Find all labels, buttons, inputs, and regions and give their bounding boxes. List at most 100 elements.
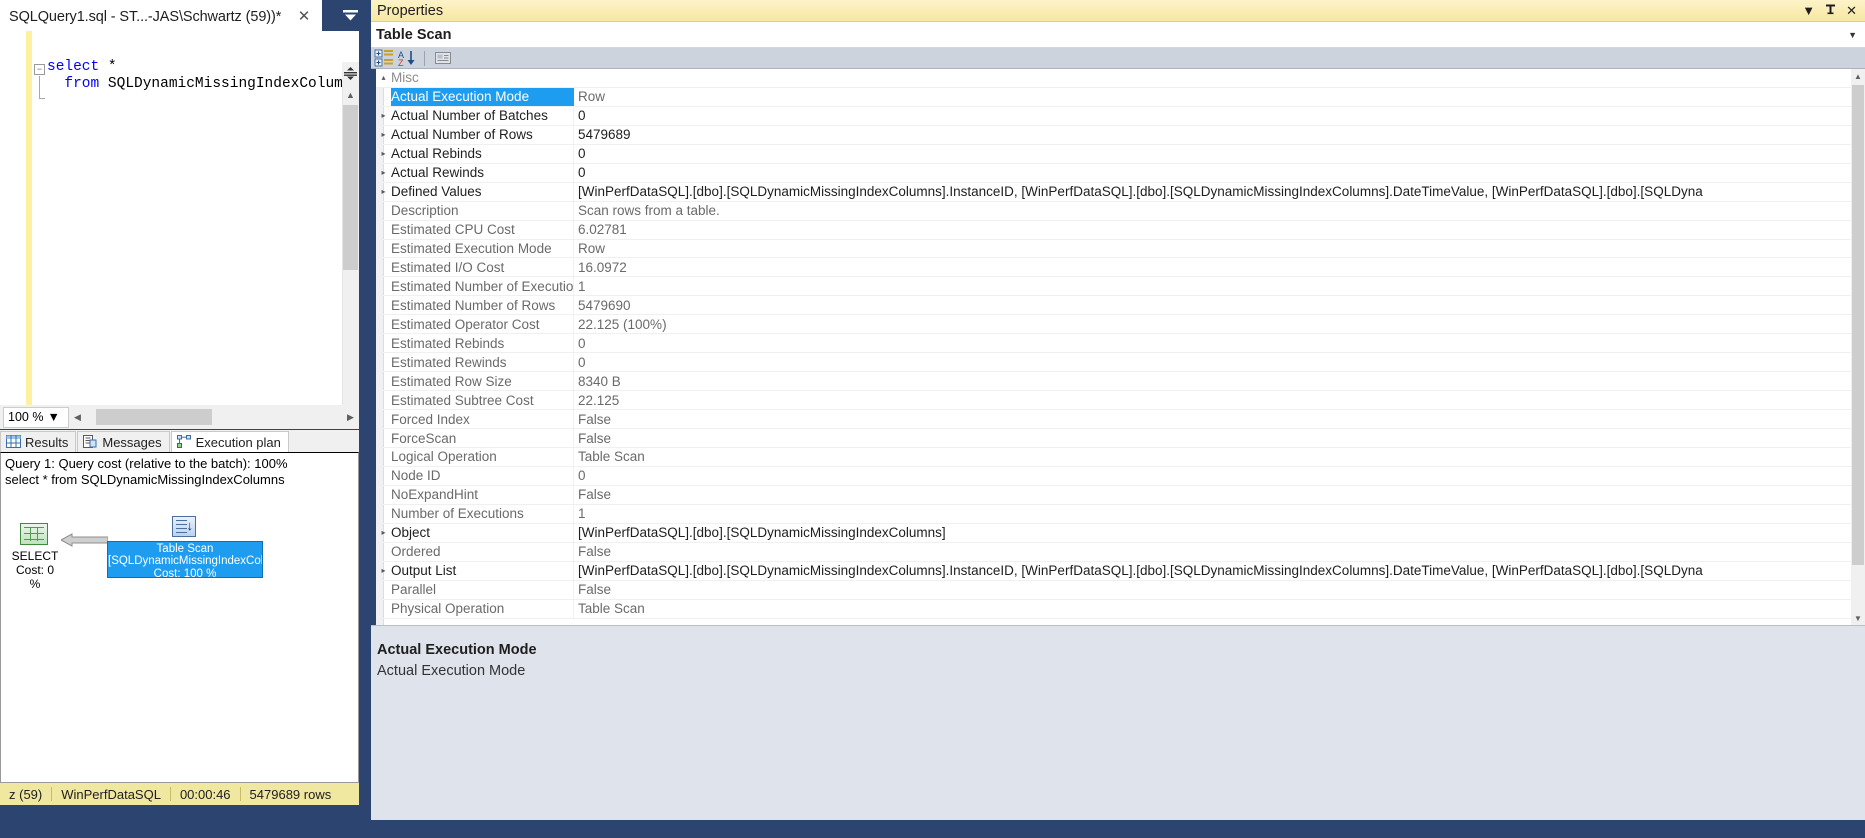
property-value[interactable]: 1: [574, 506, 1851, 521]
property-value[interactable]: [WinPerfDataSQL].[dbo].[SQLDynamicMissin…: [574, 525, 1851, 540]
ssms-window: SQLQuery1.sql - ST...-JAS\Schwartz (59))…: [0, 0, 1865, 838]
grid-row[interactable]: Estimated Subtree Cost 22.125: [376, 391, 1851, 411]
editor-scroll-thumb[interactable]: [343, 105, 358, 270]
sql-text-editor[interactable]: − select * from SQLDynamicMissingIndexCo…: [0, 31, 371, 405]
zoom-level-select[interactable]: 100 % ▼: [3, 406, 69, 428]
property-value[interactable]: Table Scan: [574, 601, 1851, 616]
properties-grid[interactable]: ▴ Misc Actual Execution Mode Row ▸ Actual Num…: [371, 69, 1865, 625]
dock-splitter[interactable]: [359, 31, 371, 817]
grid-row[interactable]: ▸ Object [WinPerfDataSQL].[dbo].[SQLDynami…: [376, 523, 1851, 543]
property-value[interactable]: 6.02781: [574, 222, 1851, 237]
grid-row[interactable]: Estimated Operator Cost 22.125 (100%): [376, 315, 1851, 335]
document-tab-sqlquery1[interactable]: SQLQuery1.sql - ST...-JAS\Schwartz (59))…: [0, 0, 322, 31]
grid-row[interactable]: Estimated Execution Mode Row: [376, 239, 1851, 259]
property-value[interactable]: 16.0972: [574, 260, 1851, 275]
grid-row[interactable]: Estimated Number of Executions 1: [376, 277, 1851, 297]
table-scan-node[interactable]: Table Scan [SQLDynamicMissingIndexColumn…: [107, 541, 263, 580]
split-editor-icon[interactable]: [342, 62, 359, 85]
grid-row[interactable]: Physical Operation Table Scan: [376, 599, 1851, 619]
property-value[interactable]: [WinPerfDataSQL].[dbo].[SQLDynamicMissin…: [574, 184, 1851, 199]
scroll-down-icon[interactable]: ▼: [1851, 611, 1865, 625]
property-value[interactable]: Table Scan: [574, 449, 1851, 464]
tab-messages[interactable]: Messages: [77, 431, 170, 452]
grid-row[interactable]: Estimated CPU Cost 6.02781: [376, 220, 1851, 240]
property-value[interactable]: False: [574, 582, 1851, 597]
grid-scroll-thumb[interactable]: [1852, 85, 1864, 565]
grid-row[interactable]: Actual Execution Mode Row: [376, 87, 1851, 107]
grid-row[interactable]: Estimated Rewinds 0: [376, 353, 1851, 373]
row-expander-icon[interactable]: ▸: [376, 149, 391, 158]
property-value[interactable]: Scan rows from a table.: [574, 203, 1851, 218]
property-value[interactable]: 0: [574, 108, 1851, 123]
property-value[interactable]: 5479690: [574, 298, 1851, 313]
property-value[interactable]: [WinPerfDataSQL].[dbo].[SQLDynamicMissin…: [574, 563, 1851, 578]
editor-hscroll-thumb[interactable]: [96, 409, 212, 425]
pin-button[interactable]: [1825, 4, 1836, 18]
property-pages-icon[interactable]: [433, 49, 454, 68]
property-value[interactable]: 0: [574, 355, 1851, 370]
property-value[interactable]: False: [574, 431, 1851, 446]
grid-row[interactable]: ▸ Actual Number of Rows 5479689: [376, 125, 1851, 145]
row-expander-icon[interactable]: ▸: [376, 187, 391, 196]
grid-row[interactable]: Number of Executions 1: [376, 504, 1851, 524]
outline-collapse-icon[interactable]: −: [34, 64, 45, 75]
row-expander-icon[interactable]: ▸: [376, 168, 391, 177]
chevron-left-icon[interactable]: ◀: [69, 412, 86, 423]
editor-horizontal-scrollbar[interactable]: [86, 409, 342, 425]
select-operator-icon[interactable]: [20, 523, 48, 545]
property-value[interactable]: 0: [574, 468, 1851, 483]
scroll-up-icon[interactable]: ▲: [1851, 69, 1865, 83]
close-button[interactable]: ✕: [1846, 4, 1857, 17]
property-value[interactable]: 8340 B: [574, 374, 1851, 389]
grid-row[interactable]: Ordered False: [376, 542, 1851, 562]
chevron-right-icon[interactable]: ▶: [342, 412, 359, 423]
grid-row[interactable]: Forced Index False: [376, 410, 1851, 430]
grid-row[interactable]: ForceScan False: [376, 429, 1851, 448]
grid-row[interactable]: NoExpandHint False: [376, 485, 1851, 505]
grid-row[interactable]: ▸ Actual Number of Batches 0: [376, 106, 1851, 126]
row-expander-icon[interactable]: ▸: [376, 111, 391, 120]
grid-row[interactable]: Estimated I/O Cost 16.0972: [376, 258, 1851, 278]
editor-scroll-up-icon[interactable]: ▲: [342, 86, 359, 103]
svg-text:Z: Z: [398, 58, 404, 67]
property-value[interactable]: 0: [574, 336, 1851, 351]
property-value[interactable]: False: [574, 544, 1851, 559]
grid-row[interactable]: Node ID 0: [376, 466, 1851, 486]
chevron-down-icon[interactable]: ▼: [1848, 30, 1857, 40]
close-icon[interactable]: ✕: [296, 9, 312, 25]
grid-row[interactable]: Parallel False: [376, 580, 1851, 600]
row-expander-icon[interactable]: ▸: [376, 566, 391, 575]
property-value[interactable]: 5479689: [574, 127, 1851, 142]
property-value[interactable]: 0: [574, 146, 1851, 161]
grid-row[interactable]: Estimated Rebinds 0: [376, 334, 1851, 354]
property-value[interactable]: False: [574, 487, 1851, 502]
tab-overflow-icon[interactable]: [330, 0, 371, 31]
grid-row[interactable]: Logical Operation Table Scan: [376, 448, 1851, 467]
execution-plan-canvas[interactable]: Query 1: Query cost (relative to the bat…: [0, 452, 359, 783]
grid-row[interactable]: ▸ Actual Rewinds 0: [376, 163, 1851, 183]
table-scan-operator-icon[interactable]: [172, 516, 196, 537]
grid-row[interactable]: Estimated Number of Rows 5479690: [376, 296, 1851, 316]
property-value[interactable]: 0: [574, 165, 1851, 180]
categorized-icon[interactable]: [374, 49, 395, 68]
tab-results[interactable]: Results: [0, 431, 77, 452]
dropdown-menu-button[interactable]: ▼: [1802, 4, 1815, 17]
category-expander-icon[interactable]: ▴: [376, 73, 391, 82]
grid-row[interactable]: ▸ Actual Rebinds 0: [376, 144, 1851, 164]
row-expander-icon[interactable]: ▸: [376, 130, 391, 139]
properties-grid-scrollbar[interactable]: ▲ ▼: [1851, 69, 1865, 625]
property-value[interactable]: 1: [574, 279, 1851, 294]
grid-row[interactable]: Description Scan rows from a table.: [376, 201, 1851, 221]
property-value[interactable]: Row: [574, 241, 1851, 256]
grid-row[interactable]: ▸ Defined Values [WinPerfDataSQL].[dbo].[S…: [376, 182, 1851, 202]
sort-az-icon[interactable]: A Z: [398, 49, 419, 68]
tab-execution-plan[interactable]: Execution plan: [170, 431, 289, 452]
grid-row[interactable]: ▸ Output List [WinPerfDataSQL].[dbo].[SQLD…: [376, 561, 1851, 581]
grid-row[interactable]: Estimated Row Size 8340 B: [376, 372, 1851, 392]
property-value[interactable]: False: [574, 412, 1851, 427]
property-value[interactable]: 22.125: [574, 393, 1851, 408]
row-expander-icon[interactable]: ▸: [376, 528, 391, 537]
property-value[interactable]: 22.125 (100%): [574, 317, 1851, 332]
grid-category-row-misc[interactable]: ▴ Misc: [376, 69, 1851, 88]
property-value[interactable]: Row: [574, 89, 1851, 104]
